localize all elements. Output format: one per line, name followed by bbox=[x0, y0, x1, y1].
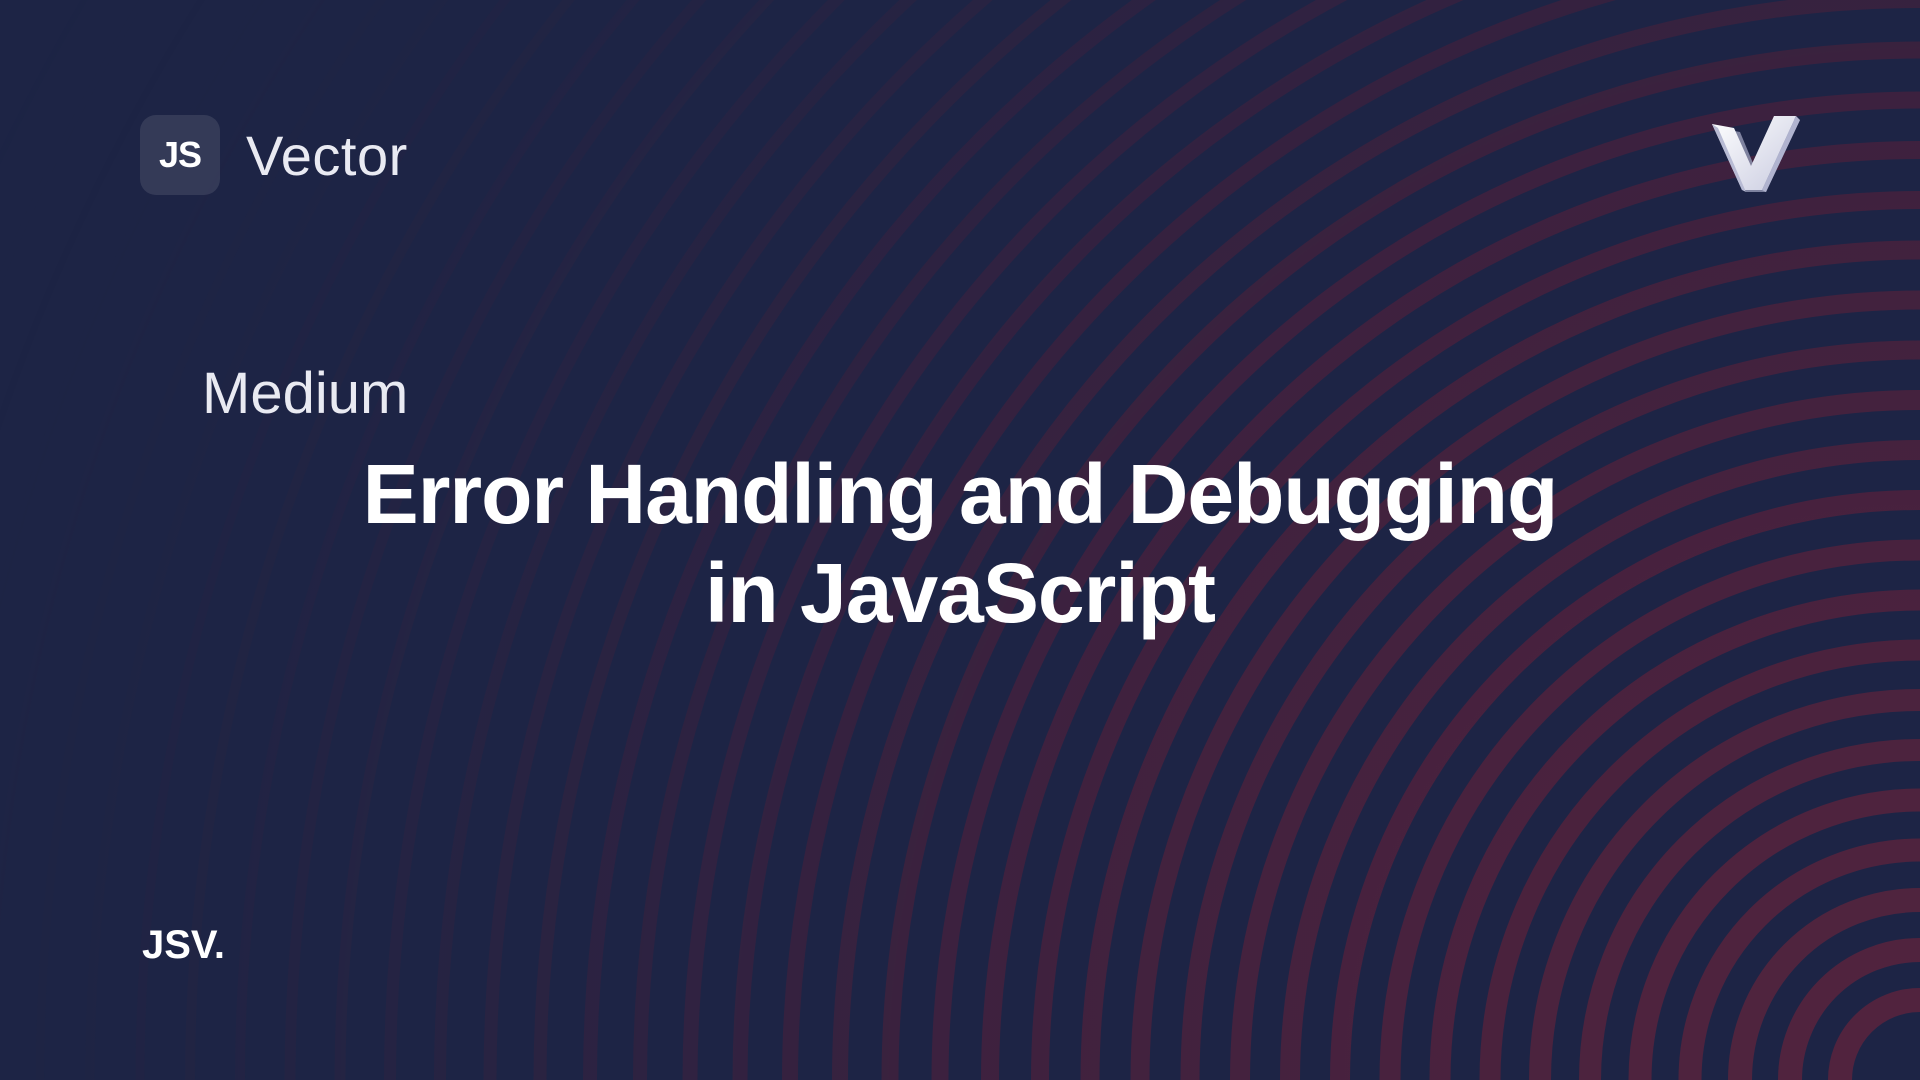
cover-slide: JS Vector Medium Error Handling and Debu… bbox=[0, 0, 1920, 1080]
difficulty-label: Medium bbox=[202, 360, 1728, 427]
brand-name: Vector bbox=[246, 123, 408, 188]
v-mark-icon bbox=[1700, 108, 1810, 218]
page-title: Error Handling and Debugging in JavaScri… bbox=[192, 445, 1728, 643]
title-line-2: in JavaScript bbox=[705, 546, 1215, 640]
title-line-1: Error Handling and Debugging bbox=[363, 447, 1558, 541]
brand-top: JS Vector bbox=[140, 115, 408, 195]
js-badge-text: JS bbox=[159, 134, 201, 176]
js-badge: JS bbox=[140, 115, 220, 195]
brand-short-mark: JSV. bbox=[142, 923, 225, 968]
hero-text: Medium Error Handling and Debugging in J… bbox=[192, 360, 1728, 643]
